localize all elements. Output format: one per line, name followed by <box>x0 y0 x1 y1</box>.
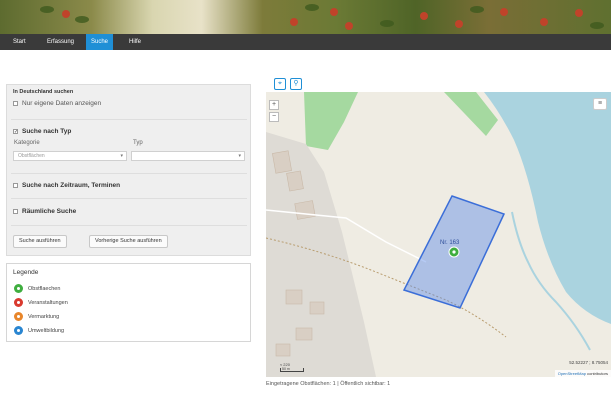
nav-item-erfassung[interactable]: Erfassung <box>42 34 79 50</box>
circle-marker-icon <box>14 326 23 335</box>
category-select-value: Obstflächen <box>18 153 45 159</box>
own-data-checkbox[interactable] <box>13 101 18 106</box>
legend-panel: Legende Obstflaechen Veranstaltungen Ver… <box>6 263 251 342</box>
scale-unit: 50 m <box>282 367 290 371</box>
map-attribution: OpenStreetMap contributors <box>554 370 611 377</box>
legend-item: Vermarktung <box>14 312 59 321</box>
spatial-checkbox[interactable] <box>13 209 18 214</box>
by-time-checkbox[interactable] <box>13 183 18 188</box>
category-label: Kategorie <box>14 140 40 146</box>
map-view[interactable]: Nr. 163 + − ≡ ≈ 220 50 m 52.52227 ; 8.75… <box>266 92 611 377</box>
own-data-row[interactable]: Nur eigene Daten anzeigen <box>13 100 101 107</box>
own-data-label: Nur eigene Daten anzeigen <box>22 100 102 107</box>
divider <box>11 119 247 120</box>
zoom-out-button[interactable]: − <box>269 112 279 122</box>
type-select[interactable]: ▾ <box>131 151 245 161</box>
legend-item-label: Vermarktung <box>28 313 60 320</box>
main-navigation: Start Erfassung Suche Hilfe <box>0 34 611 50</box>
spatial-row[interactable]: Räumliche Suche <box>13 208 76 215</box>
polygon-label: Nr. 163 <box>440 240 460 246</box>
legend-item-label: Umweltbildung <box>28 327 65 334</box>
marker-button[interactable]: ⚲ <box>290 78 302 90</box>
nav-item-suche[interactable]: Suche <box>86 34 114 50</box>
by-time-label: Suche nach Zeitraum, Terminen <box>22 182 121 189</box>
green-area <box>304 92 358 150</box>
crosshair-icon: ⌖ <box>278 80 282 87</box>
attribution-text: contributors <box>587 371 608 376</box>
locate-button[interactable]: ⌖ <box>274 78 286 90</box>
building <box>309 301 325 315</box>
type-label: Typ <box>133 140 143 146</box>
legend-item: Veranstaltungen <box>14 298 68 307</box>
legend-title: Legende <box>13 269 39 276</box>
by-type-checkbox[interactable]: ✓ <box>13 129 18 135</box>
nav-item-start[interactable]: Start <box>8 34 31 50</box>
legend-item: Umweltbildung <box>14 326 64 335</box>
search-panel: In Deutschland suchen Nur eigene Daten a… <box>6 84 251 256</box>
lake-area <box>484 92 611 324</box>
marker-center <box>452 250 456 254</box>
zoom-in-button[interactable]: + <box>269 100 279 110</box>
search-panel-title: In Deutschland suchen <box>13 89 74 95</box>
status-text: Eingetragene Obstflächen: 1 | Öffentlich… <box>266 381 391 387</box>
header-banner-image <box>0 0 611 34</box>
building <box>272 150 292 174</box>
layers-button[interactable]: ≡ <box>593 98 607 110</box>
spatial-label: Räumliche Suche <box>22 208 77 215</box>
building <box>275 343 291 357</box>
osm-link[interactable]: OpenStreetMap <box>558 371 586 376</box>
previous-search-button[interactable]: Vorherige Suche ausführen <box>89 235 168 248</box>
legend-item-label: Obstflaechen <box>28 285 61 292</box>
building <box>295 327 313 341</box>
coordinates-readout: 52.52227 ; 8.75054 <box>569 360 608 365</box>
legend-item-label: Veranstaltungen <box>28 299 68 306</box>
by-time-row[interactable]: Suche nach Zeitraum, Terminen <box>13 182 120 189</box>
chevron-down-icon: ▾ <box>238 153 241 159</box>
category-select[interactable]: Obstflächen ▾ <box>13 151 127 161</box>
chevron-down-icon: ▾ <box>120 153 123 159</box>
scale-bar: 50 m <box>280 367 304 372</box>
by-type-label: Suche nach Typ <box>22 128 72 135</box>
run-search-button[interactable]: Suche ausführen <box>13 235 67 248</box>
building <box>286 170 304 192</box>
nav-item-hilfe[interactable]: Hilfe <box>124 34 146 50</box>
map-canvas: Nr. 163 <box>266 92 611 377</box>
divider <box>11 173 247 174</box>
by-type-row[interactable]: ✓ Suche nach Typ <box>13 128 71 135</box>
map-pin-icon: ⚲ <box>293 80 299 87</box>
circle-marker-icon <box>14 284 23 293</box>
circle-marker-icon <box>14 298 23 307</box>
building <box>294 200 316 220</box>
divider <box>11 225 247 226</box>
circle-marker-icon <box>14 312 23 321</box>
legend-item: Obstflaechen <box>14 284 60 293</box>
divider <box>11 198 247 199</box>
building <box>285 289 303 305</box>
layers-icon: ≡ <box>597 100 603 107</box>
